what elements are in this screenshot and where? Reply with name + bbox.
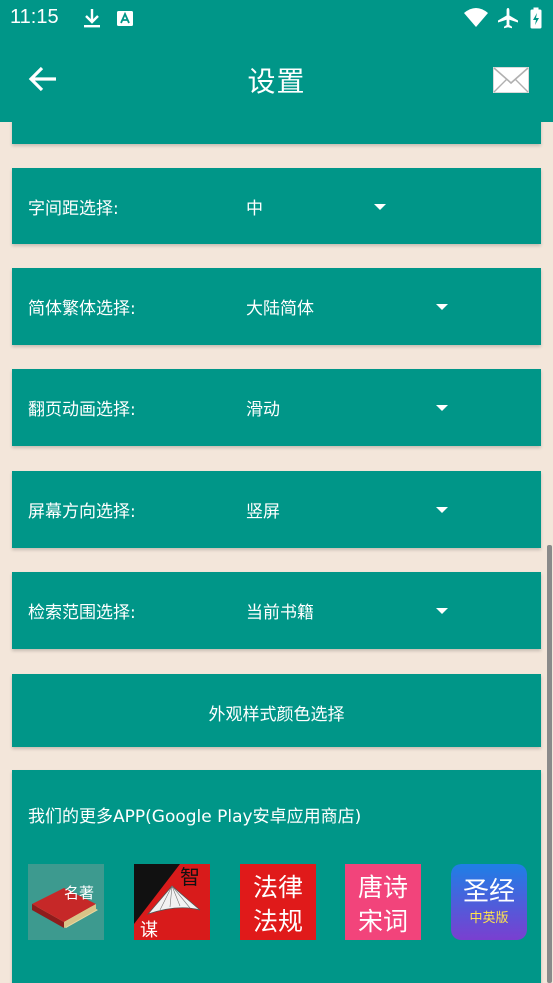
setting-label: 翻页动画选择: — [28, 400, 136, 420]
law-icon: 法律 法规 — [240, 864, 316, 940]
svg-text:谋: 谋 — [140, 920, 158, 940]
svg-text:智: 智 — [180, 865, 200, 889]
dropdown-arrow-icon[interactable] — [436, 608, 448, 614]
svg-text:法律: 法律 — [253, 873, 303, 902]
setting-label: 字间距选择: — [28, 199, 119, 219]
setting-label: 简体繁体选择: — [28, 299, 136, 319]
scrollbar[interactable] — [547, 545, 552, 983]
style-color-button-label: 外观样式颜色选择 — [208, 705, 345, 725]
setting-row-letter-spacing[interactable]: 字间距选择: 中 — [12, 168, 541, 244]
svg-text:宋词: 宋词 — [358, 907, 408, 936]
svg-text:唐诗: 唐诗 — [358, 873, 408, 902]
app-bar: 设置 — [0, 38, 553, 122]
font-icon — [117, 11, 133, 26]
status-time: 11:15 — [10, 6, 59, 28]
setting-row-search-scope[interactable]: 检索范围选择: 当前书籍 — [12, 572, 541, 649]
app-classics[interactable]: 名著 — [28, 864, 104, 940]
bible-icon: 圣经 中英版 — [451, 864, 527, 940]
app-tang-poetry[interactable]: 唐诗 宋词 — [345, 864, 421, 940]
setting-value: 竖屏 — [246, 502, 280, 522]
setting-value: 当前书籍 — [246, 603, 314, 623]
setting-row-partial[interactable] — [12, 122, 541, 144]
page-title: 设置 — [247, 65, 306, 98]
setting-row-orientation[interactable]: 屏幕方向选择: 竖屏 — [12, 471, 541, 548]
setting-value: 滑动 — [246, 400, 280, 420]
setting-label: 屏幕方向选择: — [28, 502, 136, 522]
settings-list: 字间距选择: 中 简体繁体选择: 大陆简体 翻页动画选择: 滑动 屏幕方向选择:… — [0, 122, 553, 983]
app-wisdom[interactable]: 智 谋 — [134, 864, 210, 940]
classics-book-icon: 名著 — [28, 864, 104, 940]
dropdown-arrow-icon[interactable] — [436, 507, 448, 513]
setting-row-script[interactable]: 简体繁体选择: 大陆简体 — [12, 268, 541, 345]
svg-text:法规: 法规 — [253, 907, 303, 936]
svg-text:圣经: 圣经 — [463, 877, 515, 907]
mail-icon[interactable] — [492, 66, 530, 94]
wisdom-fan-icon: 智 谋 — [134, 864, 210, 940]
dropdown-arrow-icon[interactable] — [436, 405, 448, 411]
setting-label: 检索范围选择: — [28, 603, 136, 623]
dropdown-arrow-icon[interactable] — [436, 304, 448, 310]
status-bar: 11:15 — [0, 0, 553, 38]
setting-value: 大陆简体 — [246, 299, 314, 319]
app-law[interactable]: 法律 法规 — [240, 864, 316, 940]
dropdown-arrow-icon[interactable] — [374, 204, 386, 210]
more-apps-title: 我们的更多APP(Google Play安卓应用商店) — [28, 807, 362, 827]
battery-charging-icon — [530, 7, 542, 29]
setting-value: 中 — [246, 199, 263, 219]
tang-poetry-icon: 唐诗 宋词 — [345, 864, 421, 940]
download-icon — [84, 9, 100, 28]
setting-row-page-animation[interactable]: 翻页动画选择: 滑动 — [12, 369, 541, 446]
style-color-button[interactable]: 外观样式颜色选择 — [12, 674, 541, 747]
airplane-icon — [498, 8, 518, 29]
wifi-icon — [464, 8, 488, 27]
svg-text:名著: 名著 — [64, 884, 94, 902]
app-bible[interactable]: 圣经 中英版 — [451, 864, 527, 940]
more-apps-card: 我们的更多APP(Google Play安卓应用商店) 名著 智 谋 法律 法规… — [12, 770, 541, 983]
svg-text:中英版: 中英版 — [469, 911, 508, 926]
